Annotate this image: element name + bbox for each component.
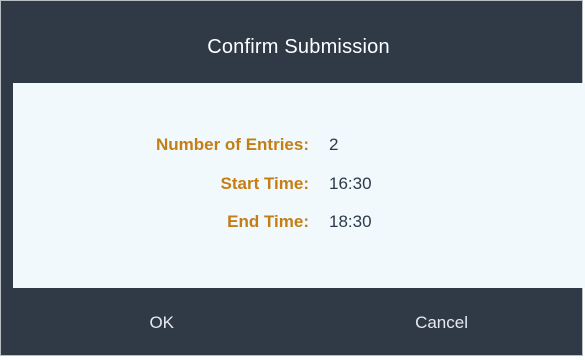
confirm-submission-dialog: Confirm Submission Number of Entries: 2 … <box>0 0 585 357</box>
field-label-end-time: End Time: <box>227 212 309 231</box>
dialog-footer: OK Cancel <box>11 288 585 357</box>
cancel-button[interactable]: Cancel <box>298 288 585 357</box>
field-value-start-time: 16:30 <box>329 174 372 193</box>
field-row-end-time: End Time: 18:30 <box>13 209 585 235</box>
ok-button-label: OK <box>149 312 174 332</box>
cancel-button-label: Cancel <box>415 312 468 332</box>
dialog-header: Confirm Submission <box>11 11 585 83</box>
dialog-body: Number of Entries: 2 Start Time: 16:30 E… <box>13 83 585 288</box>
field-label-number-of-entries: Number of Entries: <box>155 135 309 154</box>
field-row-number-of-entries: Number of Entries: 2 <box>13 132 585 158</box>
field-row-start-time: Start Time: 16:30 <box>13 171 585 197</box>
field-label-start-time: Start Time: <box>220 174 310 193</box>
field-value-number-of-entries: 2 <box>329 135 339 154</box>
field-value-end-time: 18:30 <box>329 212 372 231</box>
dialog-title: Confirm Submission <box>207 35 390 58</box>
ok-button[interactable]: OK <box>11 288 298 357</box>
